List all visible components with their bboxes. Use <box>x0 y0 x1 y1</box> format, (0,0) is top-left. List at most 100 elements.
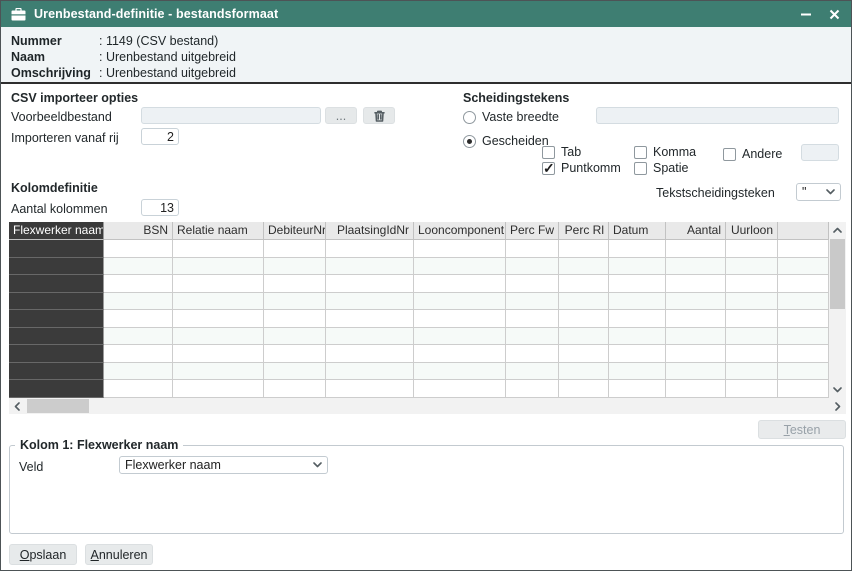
table-cell[interactable] <box>506 310 559 328</box>
table-cell[interactable] <box>414 275 506 293</box>
table-cell[interactable] <box>414 380 506 398</box>
table-cell[interactable] <box>666 310 726 328</box>
puntkomma-checkbox[interactable] <box>542 160 555 177</box>
table-cell[interactable] <box>173 345 264 363</box>
table-cell[interactable] <box>264 362 326 380</box>
table-cell[interactable] <box>104 380 173 398</box>
column-header-datum[interactable]: Datum <box>609 222 666 240</box>
table-cell[interactable] <box>778 327 829 345</box>
voorbeeldbestand-input[interactable] <box>141 107 321 124</box>
column-header-empty[interactable] <box>778 222 829 240</box>
table-cell[interactable] <box>726 362 778 380</box>
table-cell[interactable] <box>326 310 414 328</box>
table-cell[interactable] <box>414 257 506 275</box>
table-cell[interactable] <box>264 380 326 398</box>
table-cell[interactable] <box>666 327 726 345</box>
table-cell[interactable] <box>666 275 726 293</box>
table-cell[interactable] <box>173 257 264 275</box>
table-cell[interactable] <box>264 292 326 310</box>
table-cell[interactable] <box>414 292 506 310</box>
table-cell[interactable] <box>726 327 778 345</box>
spatie-checkbox[interactable] <box>634 162 647 175</box>
table-cell[interactable] <box>414 327 506 345</box>
table-cell[interactable] <box>326 362 414 380</box>
table-cell[interactable] <box>104 240 173 258</box>
table-cell[interactable] <box>666 362 726 380</box>
importeren-vanaf-rij-input[interactable] <box>141 128 179 145</box>
table-cell[interactable] <box>326 240 414 258</box>
table-cell[interactable] <box>506 257 559 275</box>
horizontal-scroll-thumb[interactable] <box>27 399 89 413</box>
column-header-perc-rl[interactable]: Perc Rl <box>559 222 609 240</box>
table-cell[interactable] <box>173 310 264 328</box>
table-cell[interactable] <box>104 362 173 380</box>
table-cell[interactable] <box>414 240 506 258</box>
opslaan-button[interactable]: Opslaan <box>9 544 77 565</box>
table-cell[interactable] <box>326 275 414 293</box>
table-cell[interactable] <box>9 240 104 258</box>
table-cell[interactable] <box>609 240 666 258</box>
table-cell[interactable] <box>264 275 326 293</box>
browse-button[interactable]: ... <box>325 107 357 124</box>
table-cell[interactable] <box>726 292 778 310</box>
andere-input[interactable] <box>801 144 839 161</box>
table-cell[interactable] <box>559 257 609 275</box>
table-cell[interactable] <box>559 275 609 293</box>
table-cell[interactable] <box>609 380 666 398</box>
testen-button[interactable]: Testen <box>758 420 846 439</box>
table-cell[interactable] <box>173 240 264 258</box>
scroll-right-icon[interactable] <box>830 398 846 414</box>
table-cell[interactable] <box>609 275 666 293</box>
table-cell[interactable] <box>609 257 666 275</box>
table-cell[interactable] <box>9 327 104 345</box>
table-cell[interactable] <box>778 345 829 363</box>
table-cell[interactable] <box>778 275 829 293</box>
andere-checkbox[interactable] <box>723 148 736 161</box>
table-cell[interactable] <box>9 257 104 275</box>
table-cell[interactable] <box>559 380 609 398</box>
table-cell[interactable] <box>414 310 506 328</box>
table-cell[interactable] <box>726 275 778 293</box>
column-header-relatie-naam[interactable]: Relatie naam <box>173 222 264 240</box>
table-cell[interactable] <box>666 240 726 258</box>
table-cell[interactable] <box>9 345 104 363</box>
vaste-breedte-radio[interactable] <box>463 111 476 124</box>
minimize-button[interactable] <box>799 7 813 21</box>
table-cell[interactable] <box>778 380 829 398</box>
table-cell[interactable] <box>506 292 559 310</box>
table-cell[interactable] <box>778 257 829 275</box>
table-cell[interactable] <box>9 292 104 310</box>
table-cell[interactable] <box>726 257 778 275</box>
table-cell[interactable] <box>264 240 326 258</box>
table-cell[interactable] <box>559 310 609 328</box>
vertical-scroll-thumb[interactable] <box>830 239 845 309</box>
komma-checkbox[interactable] <box>634 146 647 159</box>
table-cell[interactable] <box>609 310 666 328</box>
veld-select[interactable]: Flexwerker naam <box>119 456 328 474</box>
table-cell[interactable] <box>778 310 829 328</box>
table-cell[interactable] <box>506 327 559 345</box>
table-cell[interactable] <box>264 345 326 363</box>
column-header-plaatsingidnr[interactable]: PlaatsingIdNr <box>326 222 414 240</box>
table-cell[interactable] <box>726 240 778 258</box>
table-cell[interactable] <box>609 345 666 363</box>
table-cell[interactable] <box>726 345 778 363</box>
table-cell[interactable] <box>609 327 666 345</box>
scroll-left-icon[interactable] <box>9 398 25 414</box>
table-cell[interactable] <box>414 345 506 363</box>
table-cell[interactable] <box>326 257 414 275</box>
table-cell[interactable] <box>726 380 778 398</box>
tekstscheidingsteken-select[interactable]: " <box>796 183 841 201</box>
vaste-breedte-input[interactable] <box>596 107 839 124</box>
table-cell[interactable] <box>173 275 264 293</box>
table-cell[interactable] <box>559 345 609 363</box>
delete-file-button[interactable] <box>363 107 395 124</box>
table-cell[interactable] <box>506 345 559 363</box>
table-cell[interactable] <box>666 345 726 363</box>
column-header-debiteurnr[interactable]: DebiteurNr <box>264 222 326 240</box>
table-cell[interactable] <box>104 275 173 293</box>
table-cell[interactable] <box>104 292 173 310</box>
column-header-flexwerker-naam[interactable]: Flexwerker naam <box>9 222 104 240</box>
table-cell[interactable] <box>666 257 726 275</box>
table-cell[interactable] <box>264 310 326 328</box>
